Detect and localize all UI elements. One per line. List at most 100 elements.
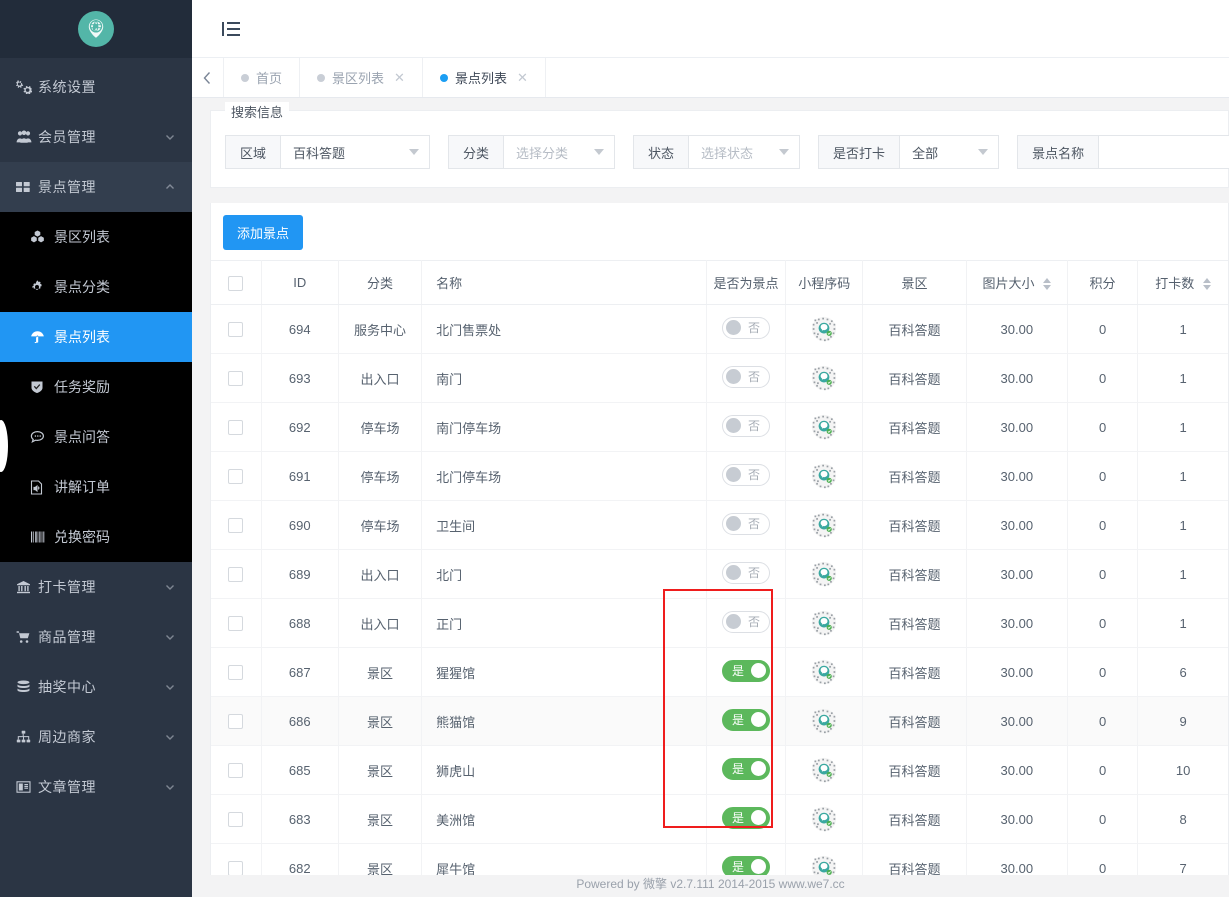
row-checkbox[interactable] [228, 518, 244, 534]
cell-category: 景区 [338, 647, 423, 697]
sidebar-item-spot-qa[interactable]: 景点问答 [0, 412, 192, 462]
sidebar-item-article-management[interactable]: 文章管理 [0, 762, 192, 812]
is-spot-toggle[interactable]: 是 [722, 708, 771, 731]
sidebar-item-redeem-code[interactable]: 兑换密码 [0, 512, 192, 562]
table-row[interactable]: 689 出入口 北门 否 百科答题 30.00 0 1 [211, 549, 1228, 599]
row-checkbox[interactable] [228, 322, 244, 338]
is-spot-toggle[interactable]: 否 [722, 316, 771, 339]
sidebar-item-system-settings[interactable]: 系统设置 [0, 62, 192, 112]
close-icon[interactable]: ✕ [394, 70, 405, 86]
sidebar-item-task-reward[interactable]: 任务奖励 [0, 362, 192, 412]
cell-qr[interactable] [785, 451, 864, 501]
cell-image-size: 30.00 [966, 304, 1068, 354]
list-indent-icon[interactable] [222, 21, 240, 36]
sidebar-item-spot-management[interactable]: 景点管理 [0, 162, 192, 212]
is-spot-toggle[interactable]: 是 [722, 659, 771, 682]
row-checkbox[interactable] [228, 371, 244, 387]
table-row[interactable]: 683 景区 美洲馆 是 百科答题 30.00 0 8 [211, 794, 1228, 844]
is-spot-toggle[interactable]: 否 [722, 463, 771, 486]
is-spot-toggle[interactable]: 否 [722, 414, 771, 437]
toggle-label: 是 [732, 713, 745, 727]
cell-id: 690 [261, 500, 339, 550]
book-icon [16, 780, 38, 794]
toggle-knob [751, 859, 767, 874]
cell-checkins: 1 [1137, 549, 1228, 599]
col-checkins[interactable]: 打卡数 [1137, 260, 1228, 305]
cell-image-size: 30.00 [966, 745, 1068, 795]
tab-spot-list[interactable]: 景点列表 ✕ [423, 58, 546, 97]
row-checkbox[interactable] [228, 469, 244, 485]
filter-region: 区域 百科答题 [225, 135, 431, 169]
cell-qr[interactable] [785, 500, 864, 550]
row-checkbox[interactable] [228, 861, 244, 877]
cell-qr[interactable] [785, 402, 864, 452]
tab-scenic-list[interactable]: 景区列表 ✕ [300, 58, 423, 97]
cell-qr[interactable] [785, 598, 864, 648]
row-checkbox[interactable] [228, 763, 244, 779]
cell-qr[interactable] [785, 549, 864, 599]
cell-points: 0 [1067, 451, 1139, 501]
sidebar-item-nearby-merchants[interactable]: 周边商家 [0, 712, 192, 762]
row-select-cell [211, 451, 262, 501]
sidebar-item-scenic-list[interactable]: 景区列表 [0, 212, 192, 262]
sidebar-item-product-management[interactable]: 商品管理 [0, 612, 192, 662]
table-row[interactable]: 688 出入口 正门 否 百科答题 30.00 0 1 [211, 598, 1228, 648]
app-root: 系统设置 会员管理 景点管理 景区列表 景点分类 景点列表 任务奖励 景点问答 … [0, 0, 1229, 897]
select-all-header [211, 260, 262, 305]
cell-qr[interactable] [785, 696, 864, 746]
table-row[interactable]: 692 停车场 南门停车场 否 百科答题 30.00 0 1 [211, 402, 1228, 452]
sidebar-item-guide-order[interactable]: 讲解订单 [0, 462, 192, 512]
region-select[interactable]: 百科答题 [280, 135, 431, 169]
cell-checkins: 10 [1137, 745, 1228, 795]
table-row[interactable]: 685 景区 狮虎山 是 百科答题 30.00 0 10 [211, 745, 1228, 795]
category-select[interactable]: 选择分类 [503, 135, 616, 169]
spot-name-input[interactable] [1098, 135, 1229, 169]
cell-qr[interactable] [785, 353, 864, 403]
cell-qr[interactable] [785, 794, 864, 844]
row-checkbox[interactable] [228, 714, 244, 730]
table-row[interactable]: 691 停车场 北门停车场 否 百科答题 30.00 0 1 [211, 451, 1228, 501]
is-spot-toggle[interactable]: 否 [722, 610, 771, 633]
sidebar-item-checkin-management[interactable]: 打卡管理 [0, 562, 192, 612]
is-spot-toggle[interactable]: 否 [722, 512, 771, 535]
table-row[interactable]: 694 服务中心 北门售票处 否 百科答题 30.00 0 1 [211, 304, 1228, 354]
cell-name: 熊猫馆 [421, 696, 707, 746]
chevron-down-icon [164, 581, 176, 593]
is-spot-toggle[interactable]: 是 [722, 806, 771, 829]
checkin-select[interactable]: 全部 [899, 135, 1000, 169]
row-checkbox[interactable] [228, 567, 244, 583]
is-spot-toggle[interactable]: 是 [722, 757, 771, 780]
chevron-left-icon[interactable] [192, 58, 224, 97]
cell-qr[interactable] [785, 647, 864, 697]
add-spot-button[interactable]: 添加景点 [223, 215, 304, 250]
row-checkbox[interactable] [228, 420, 244, 436]
close-icon[interactable]: ✕ [517, 70, 528, 86]
row-select-cell [211, 598, 262, 648]
row-checkbox[interactable] [228, 812, 244, 828]
row-checkbox[interactable] [228, 665, 244, 681]
cell-qr[interactable] [785, 745, 864, 795]
sort-icon[interactable] [1043, 278, 1052, 290]
table-row[interactable]: 687 景区 猩猩馆 是 百科答题 30.00 0 6 [211, 647, 1228, 697]
sidebar-item-member-management[interactable]: 会员管理 [0, 112, 192, 162]
select-all-checkbox[interactable] [228, 275, 244, 291]
sort-icon[interactable] [1202, 278, 1211, 290]
col-image-size[interactable]: 图片大小 [966, 260, 1068, 305]
cell-qr[interactable] [785, 304, 864, 354]
tab-home[interactable]: 首页 [224, 58, 301, 97]
is-spot-toggle[interactable]: 否 [722, 561, 771, 584]
sidebar-item-lottery-center[interactable]: 抽奖中心 [0, 662, 192, 712]
sidebar-item-spot-list[interactable]: 景点列表 [0, 312, 192, 362]
tab-bar: 首页 景区列表 ✕ 景点列表 ✕ [192, 58, 1229, 98]
table-row[interactable]: 693 出入口 南门 否 百科答题 30.00 0 1 [211, 353, 1228, 403]
sidebar-logo[interactable] [0, 0, 192, 58]
table-row[interactable]: 690 停车场 卫生间 否 百科答题 30.00 0 1 [211, 500, 1228, 550]
table-row[interactable]: 686 景区 熊猫馆 是 百科答题 30.00 0 9 [211, 696, 1228, 746]
sidebar-item-spot-category[interactable]: 景点分类 [0, 262, 192, 312]
row-checkbox[interactable] [228, 616, 244, 632]
filter-category: 分类 选择分类 [448, 135, 616, 169]
cell-area: 百科答题 [862, 696, 967, 746]
table-toolbar: 添加景点 [211, 203, 1228, 260]
is-spot-toggle[interactable]: 否 [722, 365, 771, 388]
status-select[interactable]: 选择状态 [688, 135, 801, 169]
